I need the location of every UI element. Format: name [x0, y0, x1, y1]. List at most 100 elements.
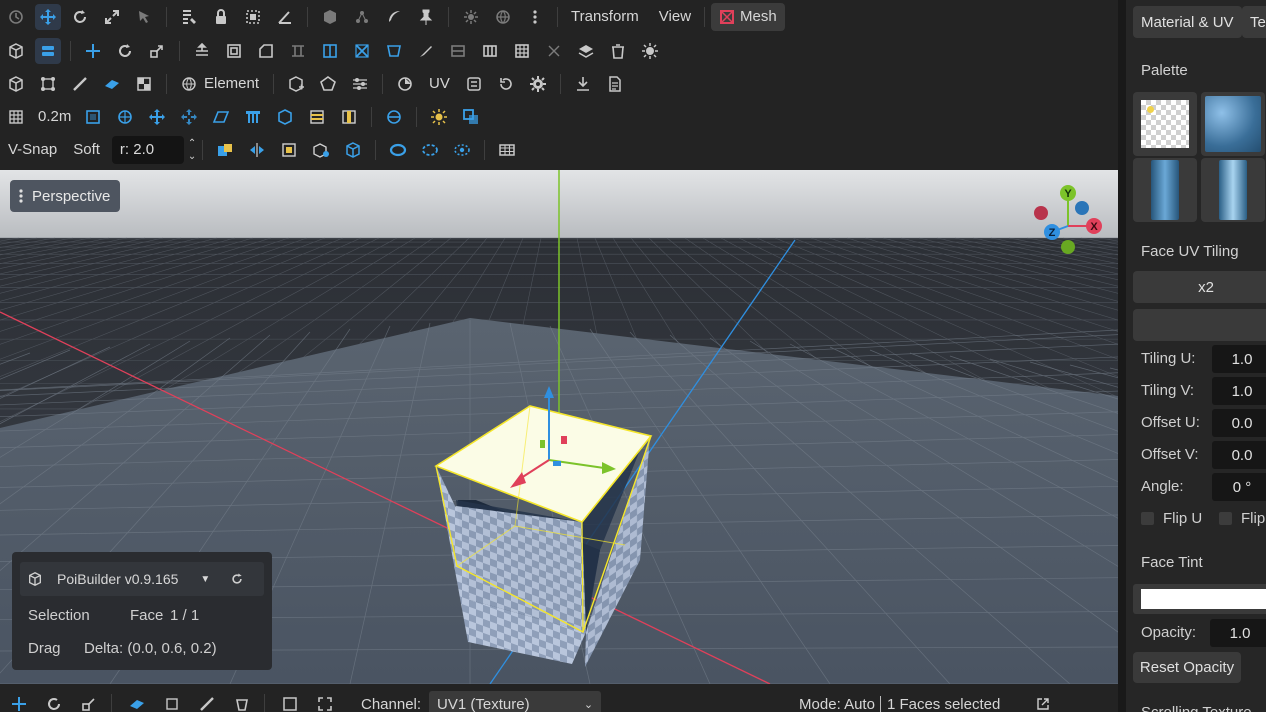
loop-cut-icon[interactable]: [445, 38, 471, 64]
edge-mode-icon[interactable]: [194, 691, 220, 712]
stairs-icon[interactable]: [304, 104, 330, 130]
ring-icon[interactable]: [385, 137, 411, 163]
tab-texture[interactable]: Te: [1242, 6, 1266, 38]
perspective-button[interactable]: Perspective: [10, 180, 121, 212]
bounds-icon[interactable]: [240, 4, 266, 30]
fit-icon[interactable]: [312, 691, 338, 712]
flip-normal-icon[interactable]: [381, 38, 407, 64]
view-menu[interactable]: View: [652, 8, 698, 25]
opacity-input[interactable]: 1.0: [1210, 619, 1266, 647]
transform-menu[interactable]: Transform: [564, 8, 646, 25]
object-mode-icon[interactable]: [3, 71, 29, 97]
vertex-mode-icon[interactable]: [35, 71, 61, 97]
rotate-icon[interactable]: [41, 691, 67, 712]
tiling-x2-button[interactable]: x2: [1133, 271, 1266, 303]
face-mode-icon[interactable]: [124, 691, 150, 712]
element-button[interactable]: Element: [204, 75, 259, 92]
grid-icon[interactable]: [3, 104, 29, 130]
vsnap-toggle[interactable]: V-Snap: [8, 141, 57, 158]
move-tool-icon[interactable]: [35, 3, 61, 30]
snap-grid-icon[interactable]: [80, 104, 106, 130]
scale-tool-icon[interactable]: [99, 4, 125, 30]
trash-icon[interactable]: [605, 38, 631, 64]
sliders-icon[interactable]: [347, 71, 373, 97]
radius-down-icon[interactable]: ⌄: [188, 150, 196, 163]
3d-viewport[interactable]: Perspective Y X Z PoiBuilder v0.9.165 ▼: [0, 170, 1118, 684]
reset-icon[interactable]: [493, 71, 519, 97]
tab-material-uv[interactable]: Material & UV: [1133, 6, 1242, 38]
rotate-icon[interactable]: [112, 38, 138, 64]
add-cube-icon[interactable]: [283, 71, 309, 97]
offset-v-input[interactable]: 0.0: [1212, 441, 1266, 469]
stack-icon[interactable]: [573, 38, 599, 64]
nodes-icon[interactable]: [349, 4, 375, 30]
flip-u-checkbox[interactable]: [1141, 512, 1154, 525]
channel-select[interactable]: UV1 (Texture) ⌄: [429, 691, 602, 712]
ring-dashed-icon[interactable]: [417, 137, 443, 163]
move-icon[interactable]: [6, 691, 32, 712]
tiling-extra-button[interactable]: [1133, 309, 1266, 341]
edge-mode-icon[interactable]: [67, 71, 93, 97]
feather-icon[interactable]: [381, 4, 407, 30]
extrude-icon[interactable]: [189, 38, 215, 64]
grid-fill-icon[interactable]: [509, 38, 535, 64]
globe-icon[interactable]: [490, 4, 516, 30]
tiling-u-input[interactable]: 1.0: [1212, 345, 1266, 373]
snap-sphere-icon[interactable]: [112, 104, 138, 130]
grid-size-value[interactable]: 0.2m: [38, 108, 71, 125]
mirror-icon[interactable]: [244, 137, 270, 163]
copy-paste-icon[interactable]: [212, 137, 238, 163]
merge-icon[interactable]: [349, 38, 375, 64]
texture-mode-icon[interactable]: [131, 71, 157, 97]
overlap-icon[interactable]: [458, 104, 484, 130]
sun-icon[interactable]: [458, 4, 484, 30]
cube-add-icon[interactable]: [308, 137, 334, 163]
tiling-v-input[interactable]: 1.0: [1212, 377, 1266, 405]
flip-v-checkbox[interactable]: [1219, 512, 1232, 525]
select-tool-icon[interactable]: [3, 4, 29, 30]
hemisphere-icon[interactable]: [381, 104, 407, 130]
ring-target-icon[interactable]: [449, 137, 475, 163]
move-icon[interactable]: [80, 38, 106, 64]
settings-gear-icon[interactable]: [525, 71, 551, 97]
palette-swatch-stream-2[interactable]: [1201, 158, 1265, 222]
bridge-icon[interactable]: [285, 38, 311, 64]
axis-gizmo[interactable]: Y X Z: [1030, 182, 1110, 262]
box-icon[interactable]: [272, 104, 298, 130]
dropdown-caret-icon[interactable]: ▼: [200, 574, 210, 585]
radius-up-icon[interactable]: ⌃: [188, 137, 196, 150]
palette-swatch-water[interactable]: [1201, 92, 1265, 156]
polygon-icon[interactable]: [315, 71, 341, 97]
snap-center-icon[interactable]: [176, 104, 202, 130]
download-icon[interactable]: [570, 71, 596, 97]
pillars-icon[interactable]: [240, 104, 266, 130]
soft-toggle[interactable]: Soft: [73, 141, 100, 158]
external-link-icon[interactable]: [1036, 697, 1050, 711]
radius-input[interactable]: r: 2.0: [111, 135, 184, 164]
pointer-tool-icon[interactable]: [131, 4, 157, 30]
angle-icon[interactable]: [272, 4, 298, 30]
tint-color-picker[interactable]: [1133, 584, 1266, 614]
dissolve-icon[interactable]: [541, 38, 567, 64]
pin-icon[interactable]: [413, 4, 439, 30]
mesh-button[interactable]: Mesh: [711, 2, 785, 31]
uv-image-icon[interactable]: [277, 691, 303, 712]
pivot-icon[interactable]: [276, 137, 302, 163]
vertex-mode-icon[interactable]: [159, 691, 185, 712]
face-mode-icon[interactable]: [99, 71, 125, 97]
refresh-icon[interactable]: [230, 572, 244, 586]
document-icon[interactable]: [602, 71, 628, 97]
uv-sphere-icon[interactable]: [392, 71, 418, 97]
bevel-icon[interactable]: [253, 38, 279, 64]
uv-button[interactable]: UV: [429, 75, 450, 92]
panel-divider[interactable]: [1118, 0, 1126, 712]
uv-editor-icon[interactable]: [461, 71, 487, 97]
table-icon[interactable]: [494, 137, 520, 163]
wall-icon[interactable]: [336, 104, 362, 130]
lighting-icon[interactable]: [426, 104, 452, 130]
palette-swatch-stream-1[interactable]: [1133, 158, 1197, 222]
inset-icon[interactable]: [221, 38, 247, 64]
skew-icon[interactable]: [208, 104, 234, 130]
rotate-tool-icon[interactable]: [67, 4, 93, 30]
scale-icon[interactable]: [144, 38, 170, 64]
